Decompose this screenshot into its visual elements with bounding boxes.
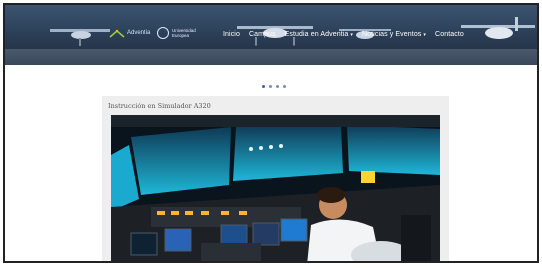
site-header: Adventia Universidad Europea Inicio Camp… bbox=[5, 5, 537, 65]
nav-item-campus[interactable]: Campus bbox=[249, 31, 276, 38]
cockpit-illustration bbox=[111, 115, 440, 261]
brand-name[interactable]: Adventia bbox=[127, 30, 150, 36]
chevron-down-icon: ▾ bbox=[423, 32, 427, 38]
nav-label: Estudia en Adventia bbox=[284, 31, 349, 38]
carousel-dot[interactable] bbox=[269, 85, 272, 88]
carousel-dot[interactable] bbox=[283, 85, 286, 88]
tarmac-backdrop bbox=[5, 49, 537, 65]
airplane-image bbox=[50, 29, 110, 50]
carousel-dot[interactable] bbox=[276, 85, 279, 88]
nav-label: Campus bbox=[248, 31, 276, 38]
main-nav: Inicio Campus Estudia en Adventia ▾ Notic… bbox=[223, 31, 464, 38]
nav-item-contacto[interactable]: Contacto bbox=[435, 31, 464, 38]
nav-label: Noticias y Eventos bbox=[362, 31, 422, 38]
logo-icon[interactable] bbox=[109, 29, 125, 39]
nav-item-noticias[interactable]: Noticias y Eventos ▾ bbox=[362, 31, 426, 38]
nav-item-inicio[interactable]: Inicio bbox=[223, 31, 240, 38]
university-badge-icon bbox=[157, 27, 169, 39]
nav-label: Contacto bbox=[435, 31, 464, 38]
university-badge-text: Universidad Europea bbox=[172, 28, 196, 38]
browser-frame: Adventia Universidad Europea Inicio Camp… bbox=[3, 3, 539, 263]
slide-title: Instrucción en Simulador A320 bbox=[108, 102, 211, 110]
simulator-photo[interactable] bbox=[111, 115, 440, 261]
chevron-down-icon: ▾ bbox=[350, 32, 354, 38]
slide-card: Instrucción en Simulador A320 bbox=[102, 96, 449, 261]
nav-label: Inicio bbox=[223, 31, 240, 38]
nav-item-estudia[interactable]: Estudia en Adventia ▾ bbox=[285, 31, 353, 38]
carousel-dot[interactable] bbox=[262, 85, 265, 88]
carousel-indicators bbox=[262, 85, 286, 88]
